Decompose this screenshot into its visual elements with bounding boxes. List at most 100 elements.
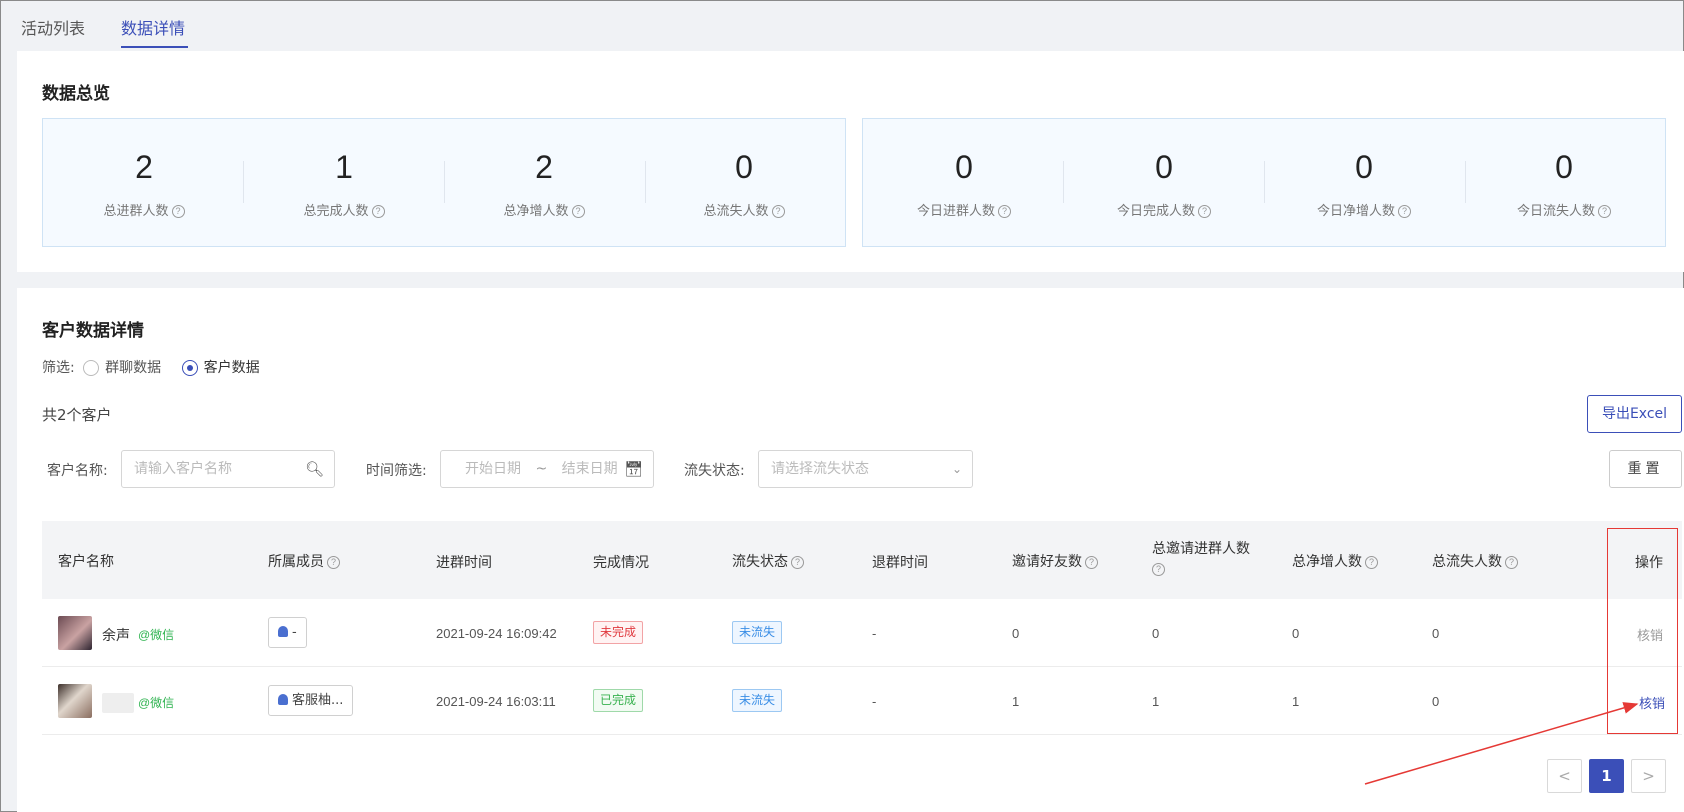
member-tag: 客服柚... xyxy=(268,685,354,716)
help-icon[interactable]: ? xyxy=(771,205,785,218)
total-invited: 0 xyxy=(1152,626,1160,641)
stat-today-net-added: 0 今日净增人数? xyxy=(1264,119,1464,248)
col-member: 所属成员? xyxy=(268,551,340,571)
stat-today-lost: 0 今日流失人数? xyxy=(1464,119,1664,248)
name-placeholder: 请输入客户名称 xyxy=(134,461,232,477)
help-icon[interactable]: ? xyxy=(171,205,185,218)
wechat-source: @微信 xyxy=(138,628,175,642)
help-icon[interactable]: ? xyxy=(1505,555,1518,569)
lost: 0 xyxy=(1432,626,1440,641)
stat-label: 今日净增人数 xyxy=(1316,204,1395,219)
filter-label: 筛选: xyxy=(42,360,75,376)
col-label: 邀请好友数 xyxy=(1012,554,1082,570)
status-filter-label: 流失状态: xyxy=(684,463,745,479)
col-total-invited: 总邀请进群人数? xyxy=(1152,539,1272,579)
col-join-time: 进群时间 xyxy=(436,555,492,571)
tab-activity-list[interactable]: 活动列表 xyxy=(21,15,85,39)
table-row: 余声 @微信 - 2021-09-24 16:09:42 未完成 未流失 - 0… xyxy=(42,599,1682,667)
tab-bar: 活动列表 数据详情 xyxy=(1,1,1684,51)
stat-total-lost: 0 总流失人数? xyxy=(644,119,844,248)
date-range-picker[interactable]: 开始日期 ~ 结束日期 📅︎ xyxy=(440,450,654,488)
customer-name-input[interactable]: 请输入客户名称 🔍︎ xyxy=(121,450,335,488)
overview-title: 数据总览 xyxy=(42,84,110,104)
col-invites: 邀请好友数? xyxy=(1012,551,1098,571)
completion-badge: 已完成 xyxy=(593,689,644,712)
col-label: 流失状态 xyxy=(732,554,788,570)
calendar-icon: 📅︎ xyxy=(623,460,643,478)
help-icon[interactable]: ? xyxy=(327,555,340,569)
help-icon[interactable]: ? xyxy=(571,205,585,218)
table-row: @微信 客服柚... 2021-09-24 16:03:11 已完成 未流失 -… xyxy=(42,667,1682,735)
col-leave-time: 退群时间 xyxy=(872,555,928,571)
help-icon[interactable]: ? xyxy=(1598,205,1611,218)
col-label: 总邀请进群人数 xyxy=(1152,541,1250,557)
reset-button[interactable]: 重置 xyxy=(1609,450,1682,488)
stat-value: 0 xyxy=(1355,149,1373,185)
time-filter-label: 时间筛选: xyxy=(366,463,427,479)
stat-today-completed: 0 今日完成人数? xyxy=(1064,119,1264,248)
customer-name-blurred xyxy=(102,693,134,713)
help-icon[interactable]: ? xyxy=(1365,555,1378,569)
customer-count: 共2个客户 xyxy=(42,406,112,424)
stat-value: 2 xyxy=(535,149,553,185)
avatar xyxy=(58,616,92,650)
loss-status-select[interactable]: 请选择流失状态 ⌄ xyxy=(758,450,973,488)
col-completion: 完成情况 xyxy=(593,555,649,571)
help-icon[interactable]: ? xyxy=(1198,205,1211,218)
col-label: 总流失人数 xyxy=(1432,554,1502,570)
active-tab-indicator xyxy=(121,46,188,48)
col-loss-status: 流失状态? xyxy=(732,551,804,571)
col-lost: 总流失人数? xyxy=(1432,551,1518,571)
status-placeholder: 请选择流失状态 xyxy=(771,461,869,477)
col-label: 所属成员 xyxy=(268,554,324,570)
stat-today-joined: 0 今日进群人数? xyxy=(864,119,1064,248)
stat-value: 2 xyxy=(135,149,153,185)
total-stats-panel: 2 总进群人数? 1 总完成人数? 2 总净增人数? 0 总流失人数? xyxy=(42,118,846,247)
stat-label: 总净增人数 xyxy=(503,204,569,219)
radio-group-chat[interactable] xyxy=(83,360,100,376)
export-excel-button[interactable]: 导出Excel xyxy=(1587,395,1682,433)
tab-data-details[interactable]: 数据详情 xyxy=(121,15,185,39)
chevron-down-icon: ⌄ xyxy=(951,462,962,476)
loss-status-badge: 未流失 xyxy=(732,621,783,644)
stat-label: 总完成人数 xyxy=(303,204,369,219)
help-icon[interactable]: ? xyxy=(791,555,804,569)
stat-total-completed: 1 总完成人数? xyxy=(244,119,444,248)
help-icon[interactable]: ? xyxy=(371,205,385,218)
col-net-added: 总净增人数? xyxy=(1292,551,1378,571)
help-icon[interactable]: ? xyxy=(998,205,1011,218)
invites: 1 xyxy=(1012,694,1020,709)
radio-label-customer[interactable]: 客户数据 xyxy=(204,360,260,376)
next-page-button[interactable]: > xyxy=(1631,759,1666,793)
lost: 0 xyxy=(1432,694,1440,709)
stat-value: 0 xyxy=(735,149,753,185)
filter-row: 筛选: 群聊数据 客户数据 xyxy=(42,357,260,377)
annotation-highlight-box xyxy=(1607,528,1678,734)
end-date-placeholder[interactable]: 结束日期 xyxy=(562,461,618,477)
start-date-placeholder[interactable]: 开始日期 xyxy=(465,461,521,477)
radio-label-group-chat[interactable]: 群聊数据 xyxy=(105,360,161,376)
stat-value: 0 xyxy=(955,149,973,185)
wechat-source: @微信 xyxy=(138,696,175,710)
member-name: 客服柚... xyxy=(292,693,344,708)
details-title: 客户数据详情 xyxy=(42,321,144,341)
help-icon[interactable]: ? xyxy=(1398,205,1411,218)
avatar xyxy=(58,684,92,718)
stat-value: 1 xyxy=(335,149,353,185)
total-invited: 1 xyxy=(1152,694,1160,709)
help-icon[interactable]: ? xyxy=(1085,555,1098,569)
leave-time: - xyxy=(872,626,877,641)
prev-page-button[interactable]: < xyxy=(1547,759,1582,793)
stat-label: 总进群人数 xyxy=(103,204,169,219)
user-icon xyxy=(278,626,288,637)
member-tag: - xyxy=(268,617,307,648)
customer-name: 余声 xyxy=(102,627,130,643)
today-stats-panel: 0 今日进群人数? 0 今日完成人数? 0 今日净增人数? 0 今日流失人数? xyxy=(862,118,1666,247)
page-1-button[interactable]: 1 xyxy=(1589,759,1624,793)
radio-customer[interactable] xyxy=(181,360,198,376)
search-icon[interactable]: 🔍︎ xyxy=(305,451,324,487)
join-time: 2021-09-24 16:03:11 xyxy=(436,694,556,709)
net-added: 0 xyxy=(1292,626,1300,641)
help-icon[interactable]: ? xyxy=(1152,562,1165,576)
join-time: 2021-09-24 16:09:42 xyxy=(436,626,557,641)
